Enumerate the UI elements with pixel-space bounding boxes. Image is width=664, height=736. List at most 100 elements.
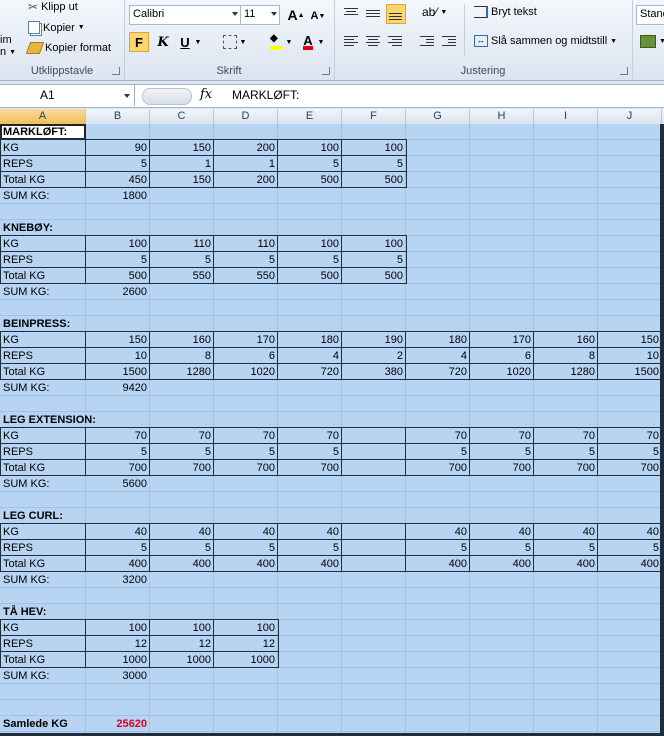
table-col-divider [277, 235, 278, 283]
column-header-b[interactable]: B [86, 109, 150, 124]
font-dialog-launcher-icon[interactable] [322, 67, 330, 75]
table-row-divider [0, 251, 406, 252]
sum-label[interactable]: SUM KG: [3, 188, 49, 204]
clipboard-dialog-launcher-icon[interactable] [112, 67, 120, 75]
align-center-icon[interactable] [364, 34, 382, 50]
column-header-h[interactable]: H [470, 109, 534, 124]
underline-button[interactable]: U [175, 32, 195, 52]
alignment-group: ab⁄ ▼ Bryt tekst ↔ Slå sammen og midtstil… [334, 0, 633, 80]
copy-label: Kopier [43, 21, 75, 34]
column-header-i[interactable]: I [534, 109, 598, 124]
align-left-icon[interactable] [342, 34, 360, 50]
column-header-f[interactable]: F [342, 109, 406, 124]
font-name-select[interactable]: Calibri [129, 5, 241, 25]
table-col-divider [469, 523, 470, 571]
shrink-font-button[interactable]: A ▼ [308, 6, 328, 26]
number-format-select[interactable]: Stand [636, 5, 664, 25]
table-col-divider [533, 427, 534, 475]
alignment-divider [464, 4, 465, 56]
table-col-divider [85, 235, 86, 283]
grand-total-label[interactable]: Samlede KG [3, 716, 68, 732]
table-row-divider [0, 635, 278, 636]
paste-button-partial[interactable]: im [0, 34, 12, 46]
wrap-text-button[interactable]: Bryt tekst [474, 6, 537, 18]
font-size-select[interactable]: 11 [240, 5, 280, 25]
align-bottom-icon[interactable] [386, 4, 406, 24]
currency-format-button[interactable]: ▼ [640, 35, 664, 48]
column-headers: ABCDEFGHIJ [0, 109, 664, 125]
sum-label[interactable]: SUM KG: [3, 572, 49, 588]
block-title[interactable]: MARKLØFT: [3, 124, 67, 140]
font-color-icon[interactable]: A [298, 32, 318, 52]
block-title[interactable]: KNEBØY: [3, 220, 53, 236]
chevron-down-icon[interactable] [124, 94, 130, 98]
column-header-a[interactable]: A [0, 109, 86, 124]
font-group-label: Skrift [216, 65, 242, 77]
column-header-j[interactable]: J [598, 109, 662, 124]
format-painter-button[interactable]: Kopier format [25, 42, 111, 54]
sum-value[interactable]: 1800 [86, 188, 147, 204]
decrease-indent-icon[interactable] [418, 34, 436, 50]
column-header-d[interactable]: D [214, 109, 278, 124]
formula-bar-resize-handle[interactable] [142, 88, 192, 105]
clipboard-group-label: Utklippstavle [30, 65, 94, 77]
gridline-horizontal [0, 507, 664, 508]
sum-label[interactable]: SUM KG: [3, 284, 49, 300]
align-middle-icon[interactable] [364, 6, 382, 22]
wrap-text-label: Bryt tekst [491, 6, 537, 18]
name-box[interactable]: A1 [0, 85, 135, 106]
block-title[interactable]: BEINPRESS: [3, 316, 70, 332]
font-color-dropdown-icon[interactable]: ▼ [316, 32, 326, 52]
borders-dropdown-icon[interactable]: ▼ [238, 32, 248, 52]
table-col-divider [149, 235, 150, 283]
table-col-divider [213, 523, 214, 571]
insert-function-icon[interactable]: fx [200, 87, 212, 102]
sum-label[interactable]: SUM KG: [3, 380, 49, 396]
merge-center-button[interactable]: ↔ Slå sammen og midtstill ▼ [474, 35, 617, 47]
sum-label[interactable]: SUM KG: [3, 476, 49, 492]
borders-icon[interactable] [220, 32, 240, 52]
worksheet-grid[interactable]: MARKLØFT: KG 90 150 200 100 100 REPS 5 1 1 5 5 Total … [0, 124, 664, 736]
gridline-horizontal [0, 219, 664, 220]
column-header-c[interactable]: C [150, 109, 214, 124]
sum-value[interactable]: 9420 [86, 380, 147, 396]
block-title[interactable]: TÅ HEV: [3, 604, 46, 620]
currency-icon [640, 35, 656, 48]
table-col-divider [405, 427, 406, 475]
grow-font-label: A [287, 7, 298, 23]
shrink-font-label: A [310, 10, 319, 22]
block-title[interactable]: LEG CURL: [3, 508, 63, 524]
alignment-dialog-launcher-icon[interactable] [620, 67, 628, 75]
underline-dropdown-icon[interactable]: ▼ [193, 32, 203, 52]
fill-color-dropdown-icon[interactable]: ▼ [284, 32, 294, 52]
column-header-g[interactable]: G [406, 109, 470, 124]
table-col-divider [469, 331, 470, 379]
sum-value[interactable]: 2600 [86, 284, 147, 300]
gridline-horizontal [0, 411, 664, 412]
increase-indent-icon[interactable] [440, 34, 458, 50]
bold-button[interactable]: F [129, 32, 149, 52]
align-top-icon[interactable] [342, 6, 360, 22]
italic-button[interactable]: K [153, 32, 173, 52]
sum-value[interactable]: 3200 [86, 572, 147, 588]
table-col-divider [277, 427, 278, 475]
fill-color-icon[interactable]: ◆ [266, 32, 286, 52]
orientation-button[interactable]: ab⁄ ▼ [422, 5, 447, 19]
sum-value[interactable]: 3000 [86, 668, 147, 684]
grand-total-value[interactable]: 25620 [86, 716, 147, 732]
copy-button[interactable]: Kopier ▼ [28, 21, 85, 34]
formula-input[interactable]: MARKLØFT: [232, 85, 299, 106]
cut-button[interactable]: ✂ Klipp ut [28, 0, 78, 14]
paste-arrow-partial[interactable]: n ▼ [0, 46, 16, 58]
align-right-icon[interactable] [386, 34, 404, 50]
font-name-value: Calibri [133, 8, 165, 20]
sum-label[interactable]: SUM KG: [3, 668, 49, 684]
table-border [0, 139, 407, 188]
block-title[interactable]: LEG EXTENSION: [3, 412, 96, 428]
column-header-e[interactable]: E [278, 109, 342, 124]
chevron-down-icon [271, 12, 277, 16]
table-col-divider [149, 427, 150, 475]
sum-value[interactable]: 5600 [86, 476, 147, 492]
table-col-divider [341, 139, 342, 187]
grow-font-button[interactable]: A ▲ [286, 5, 306, 25]
